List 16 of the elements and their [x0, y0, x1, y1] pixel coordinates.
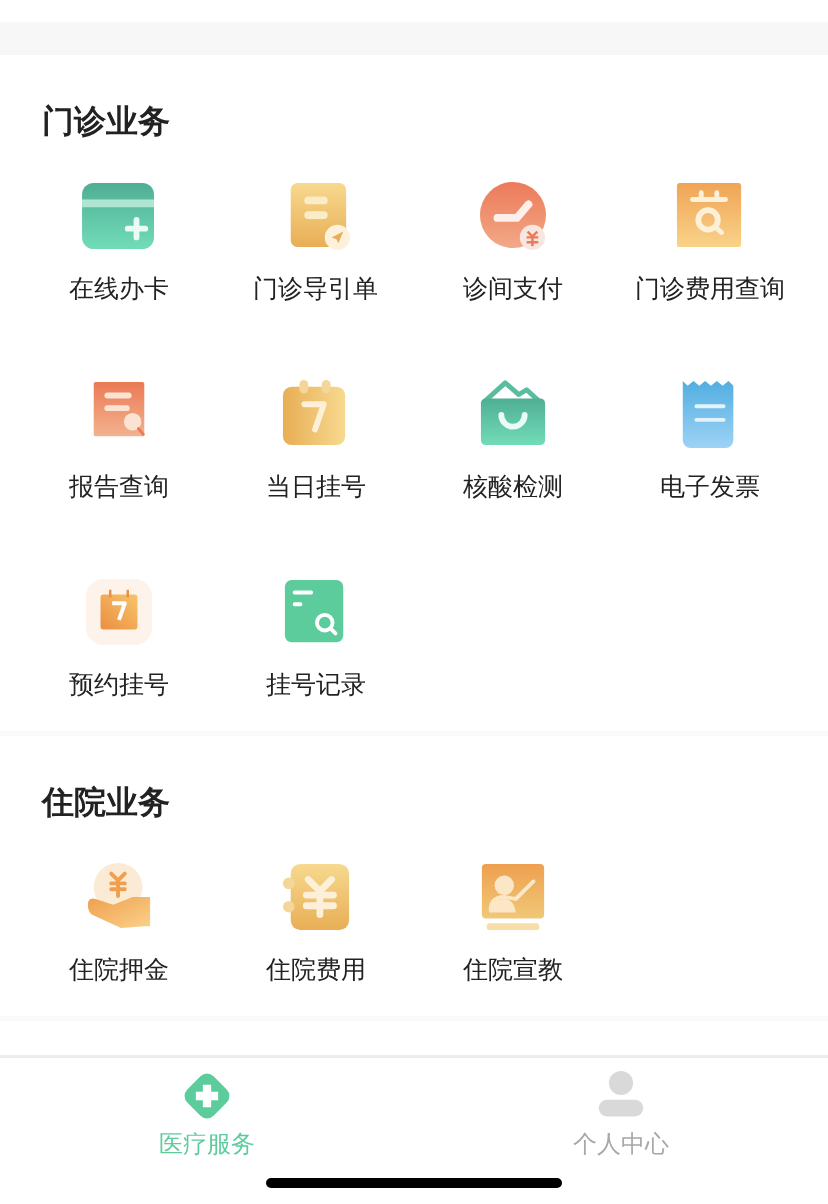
service-label[interactable]: 住院押金 [68, 954, 169, 986]
service-label[interactable]: 在线办卡 [68, 273, 169, 305]
service-label[interactable]: 核酸检测 [462, 471, 563, 503]
service-label[interactable]: 住院费用 [265, 954, 366, 986]
section-title: 住院业务 [40, 782, 171, 823]
service-label[interactable]: 报告查询 [68, 471, 169, 503]
service-label[interactable]: 电子发票 [659, 471, 760, 503]
service-label[interactable]: 预约挂号 [68, 669, 169, 701]
service-label[interactable]: 门诊费用查询 [634, 273, 785, 305]
service-label[interactable]: 门诊导引单 [253, 273, 378, 305]
card-icon[interactable] [81, 181, 156, 251]
service-label[interactable]: 当日挂号 [265, 471, 366, 503]
service-label[interactable]: 挂号记录 [265, 669, 366, 701]
section-title: 门诊业务 [41, 101, 171, 142]
service-label[interactable]: 住院宣教 [462, 954, 563, 986]
service-label[interactable]: 诊间支付 [462, 273, 563, 305]
